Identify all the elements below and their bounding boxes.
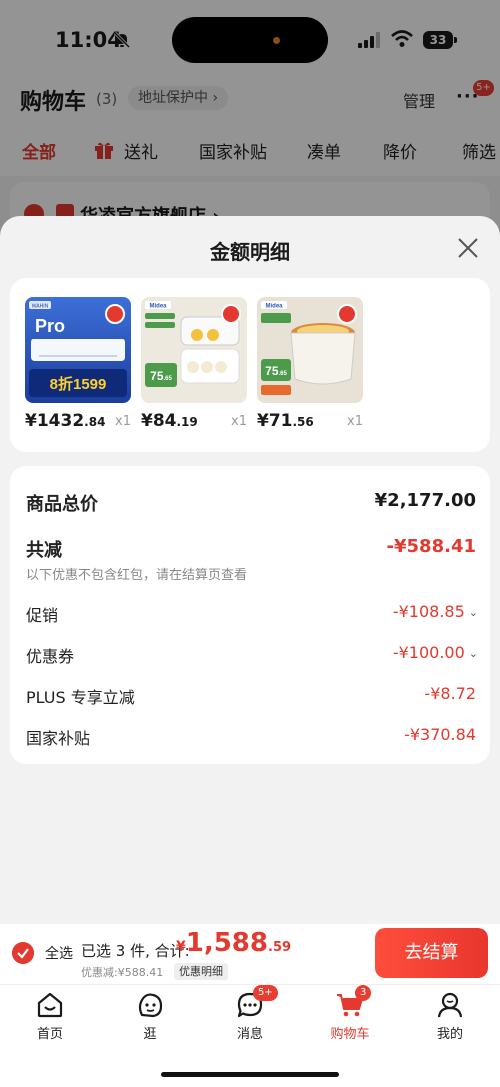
select-all-check-icon[interactable]	[12, 942, 34, 964]
product-check-icon	[221, 304, 241, 324]
saved-amount: 优惠减:¥588.41	[81, 966, 164, 979]
product-qty: x1	[231, 414, 247, 429]
product-brand: Midea	[149, 304, 167, 310]
coupon-value: -¥100.00 ⌄	[392, 643, 478, 662]
subsidy-label: 国家补贴	[26, 729, 91, 748]
tab-label: 逛	[143, 1027, 157, 1042]
plus-discount-label: PLUS 专享立减	[26, 688, 135, 707]
tab-profile[interactable]: 我的	[410, 985, 490, 1045]
product-model: Pro	[35, 316, 65, 336]
coupon-label: 优惠券	[26, 647, 75, 666]
products-card: WAHIN Pro 8折1599 ¥1432.84 x1 Midea 75.65…	[10, 278, 490, 452]
selected-summary: 已选 3 件, 合计:	[81, 942, 190, 960]
product-promo: 8折1599	[50, 375, 107, 393]
product-brand: Midea	[265, 304, 283, 310]
product-brand: WAHIN	[32, 304, 49, 310]
tab-label: 我的	[436, 1027, 463, 1042]
tab-label: 购物车	[330, 1027, 370, 1042]
product-qty: x1	[347, 414, 363, 429]
product-check-icon	[337, 304, 357, 324]
promo-label: 促销	[26, 606, 59, 625]
tab-label: 消息	[236, 1027, 263, 1042]
cart-badge: 3	[355, 985, 372, 1001]
tab-browse[interactable]: 逛	[110, 985, 190, 1045]
chevron-down-icon[interactable]: ⌄	[469, 606, 478, 619]
home-icon	[37, 992, 63, 1018]
product-check-icon	[105, 304, 125, 324]
tab-home[interactable]: 首页	[10, 985, 90, 1045]
discount-detail-link[interactable]: 优惠明细	[174, 963, 228, 980]
product-qty: x1	[115, 414, 131, 429]
total-reduce-label: 共减	[26, 540, 62, 561]
profile-icon	[437, 992, 463, 1018]
checkout-total: ¥1,588.59	[176, 928, 292, 958]
checkout-button[interactable]: 去结算	[375, 928, 488, 978]
home-indicator[interactable]	[161, 1072, 339, 1077]
goods-total-value: ¥2,177.00	[374, 490, 476, 511]
tab-label: 首页	[36, 1027, 63, 1042]
amount-detail-card: 商品总价 ¥2,177.00 共减 -¥588.41 以下优惠不包含红包，请在结…	[10, 466, 490, 764]
close-icon[interactable]	[456, 236, 480, 260]
product-price: ¥71.56	[257, 411, 314, 431]
tab-messages[interactable]: 5+ 消息	[210, 985, 290, 1045]
total-reduce-value: -¥588.41	[386, 536, 476, 557]
sheet-title: 金额明细	[210, 240, 290, 264]
plus-discount-value: -¥8.72	[424, 684, 476, 703]
select-all-label[interactable]: 全选	[45, 943, 73, 963]
message-badge: 5+	[253, 985, 278, 1001]
promo-value: -¥108.85 ⌄	[392, 602, 478, 621]
discount-note: 以下优惠不包含红包，请在结算页查看	[26, 568, 248, 583]
bottom-tab-bar: 首页 逛 5+ 消息 3 购物车 我的	[0, 984, 500, 1087]
subsidy-value: -¥370.84	[404, 725, 476, 744]
product-price: ¥1432.84	[25, 411, 106, 431]
goods-total-label: 商品总价	[26, 494, 98, 515]
amount-detail-sheet: 金额明细 WAHIN Pro 8折1599 ¥1432.84 x1 Midea …	[0, 216, 500, 924]
checkout-bar: 全选 已选 3 件, 合计: ¥1,588.59 优惠减:¥588.41 优惠明…	[0, 924, 500, 984]
chevron-down-icon[interactable]: ⌄	[469, 647, 478, 660]
tab-cart[interactable]: 3 购物车	[310, 985, 390, 1045]
product-price: ¥84.19	[141, 411, 198, 431]
browse-icon	[138, 993, 163, 1018]
